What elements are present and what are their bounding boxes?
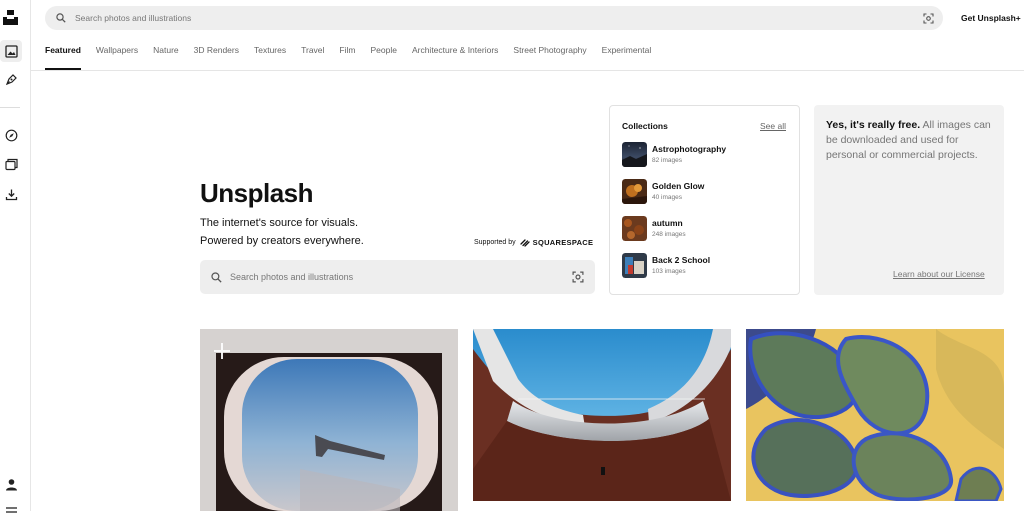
hero-subtitle-line1: The internet's source for visuals. <box>200 217 359 229</box>
hero-search-input[interactable]: Search photos and illustrations <box>200 260 595 294</box>
collection-name: Golden Glow <box>652 181 705 191</box>
collection-count: 248 images <box>652 231 686 238</box>
left-rail <box>0 0 31 513</box>
page-title: Unsplash <box>200 178 314 208</box>
tab-featured[interactable]: Featured <box>45 38 81 70</box>
header-search-placeholder: Search photos and illustrations <box>75 13 192 23</box>
topic-tabs: Featured Wallpapers Nature 3D Renders Te… <box>45 38 666 70</box>
sponsor-logo: SQUARESPACE <box>520 238 594 247</box>
collection-name: autumn <box>652 218 683 228</box>
get-unsplash-plus-link[interactable]: Get Unsplash+ <box>961 13 1021 23</box>
downloads-icon[interactable] <box>0 183 22 205</box>
tab-experimental[interactable]: Experimental <box>602 38 652 70</box>
tab-people[interactable]: People <box>370 38 396 70</box>
tab-3d-renders[interactable]: 3D Renders <box>194 38 239 70</box>
collection-item[interactable]: Golden Glow 40 images <box>622 179 792 205</box>
airplane-window-photo[interactable] <box>200 329 458 511</box>
collection-name: Astrophotography <box>652 144 727 154</box>
squarespace-icon <box>520 239 530 247</box>
free-license-card: Yes, it's really free. All images can be… <box>814 105 1004 295</box>
collections-heading: Collections <box>622 121 668 131</box>
tab-street-photography[interactable]: Street Photography <box>513 38 586 70</box>
tab-wallpapers[interactable]: Wallpapers <box>96 38 138 70</box>
header-search-bar[interactable]: Search photos and illustrations <box>45 6 943 30</box>
hero-search-placeholder: Search photos and illustrations <box>230 272 354 282</box>
tab-architecture-interiors[interactable]: Architecture & Interiors <box>412 38 498 70</box>
rail-divider <box>0 107 20 108</box>
collections-card: Collections See all Astrophotography 82 … <box>609 105 800 295</box>
tab-film[interactable]: Film <box>339 38 355 70</box>
collection-count: 40 images <box>652 194 682 201</box>
collection-count: 103 images <box>652 268 686 275</box>
abstract-3d-render-photo[interactable] <box>746 329 1004 501</box>
collection-thumbnail <box>622 216 647 241</box>
supported-by-label: Supported by <box>474 239 516 246</box>
collection-item[interactable]: Back 2 School 103 images <box>622 253 792 279</box>
see-all-link[interactable]: See all <box>760 121 786 131</box>
visual-search-icon[interactable] <box>923 12 934 24</box>
architecture-balcony-photo[interactable] <box>473 329 731 501</box>
collection-thumbnail <box>622 253 647 278</box>
illustrations-icon[interactable] <box>0 68 22 90</box>
photos-icon[interactable] <box>0 40 22 62</box>
collection-item[interactable]: autumn 248 images <box>622 216 792 242</box>
collections-icon[interactable] <box>0 153 22 175</box>
license-link[interactable]: Learn about our License <box>893 269 985 279</box>
search-icon <box>211 271 222 283</box>
search-icon <box>56 13 66 23</box>
hero-subtitle-line2: Powered by creators everywhere. <box>200 235 364 247</box>
collection-thumbnail <box>622 179 647 204</box>
collection-count: 82 images <box>652 157 682 164</box>
explore-icon[interactable] <box>0 124 22 146</box>
tabs-divider <box>31 70 1024 71</box>
tab-travel[interactable]: Travel <box>301 38 324 70</box>
visual-search-icon[interactable] <box>572 271 584 283</box>
tab-nature[interactable]: Nature <box>153 38 179 70</box>
free-license-bold: Yes, it's really free. <box>826 119 921 131</box>
free-license-text: Yes, it's really free. All images can be… <box>826 118 994 163</box>
more-icon[interactable] <box>0 499 22 521</box>
sponsor-name: SQUARESPACE <box>532 238 594 247</box>
user-icon[interactable] <box>0 473 22 495</box>
unsplash-logo[interactable] <box>3 10 18 25</box>
collection-name: Back 2 School <box>652 255 711 265</box>
tab-textures[interactable]: Textures <box>254 38 286 70</box>
supported-by[interactable]: Supported by SQUARESPACE <box>474 238 593 247</box>
collection-thumbnail <box>622 142 647 167</box>
collection-item[interactable]: Astrophotography 82 images <box>622 142 792 168</box>
